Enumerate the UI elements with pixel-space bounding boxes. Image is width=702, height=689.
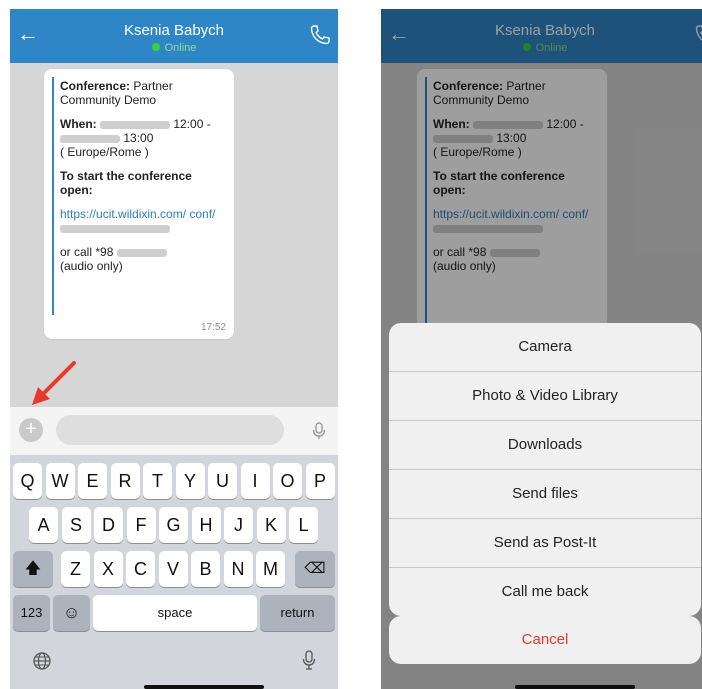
key-p[interactable]: P — [305, 463, 335, 499]
emoji-key-icon[interactable]: ☺ — [53, 595, 90, 631]
contact-name: Ksenia Babych — [123, 22, 225, 39]
right-phone-screen: ← Ksenia Babych Online Conference: Partn… — [381, 9, 702, 689]
when-label: When: — [60, 117, 97, 131]
keyboard-row-4: 123 ☺ space return — [10, 595, 338, 631]
key-f[interactable]: F — [126, 507, 156, 543]
key-o[interactable]: O — [273, 463, 302, 499]
key-q[interactable]: Q — [13, 463, 42, 499]
space-key[interactable]: space — [93, 595, 257, 631]
home-indicator — [144, 685, 264, 689]
time-start: 12:00 - — [173, 117, 211, 131]
key-d[interactable]: D — [94, 507, 123, 543]
message-timestamp: 17:52 — [200, 322, 226, 333]
key-y[interactable]: Y — [175, 463, 205, 499]
phone-call-icon[interactable] — [308, 23, 332, 47]
annotation-arrow-icon — [32, 361, 76, 405]
option-call-me-back[interactable]: Call me back — [389, 568, 701, 616]
key-g[interactable]: G — [159, 507, 188, 543]
key-r[interactable]: R — [110, 463, 140, 499]
microphone-icon[interactable] — [312, 422, 326, 440]
redacted-date — [60, 134, 120, 143]
option-send-files[interactable]: Send files — [389, 470, 701, 519]
left-phone-screen: ← Ksenia Babych Online Conference: Partn… — [10, 9, 338, 689]
option-send-as-post-it[interactable]: Send as Post-It — [389, 519, 701, 568]
keyboard-row-2: A S D F G H J K L — [10, 507, 338, 543]
option-photo-video-library[interactable]: Photo & Video Library — [389, 372, 701, 421]
key-s[interactable]: S — [61, 507, 91, 543]
cancel-button[interactable]: Cancel — [389, 616, 701, 664]
attachment-action-sheet: Camera Photo & Video Library Downloads S… — [389, 323, 701, 616]
key-h[interactable]: H — [191, 507, 221, 543]
key-l[interactable]: L — [289, 507, 318, 543]
message-bubble[interactable]: Conference: Partner Community Demo When:… — [44, 69, 234, 339]
key-k[interactable]: K — [256, 507, 286, 543]
key-x[interactable]: X — [93, 551, 123, 587]
return-key[interactable]: return — [260, 595, 335, 631]
option-camera[interactable]: Camera — [389, 323, 701, 372]
shift-key-icon[interactable]: 🡅 — [13, 551, 53, 587]
key-w[interactable]: W — [45, 463, 75, 499]
key-v[interactable]: V — [158, 551, 188, 587]
status-text: Online — [164, 42, 197, 54]
backspace-key-icon[interactable]: ⌫ — [295, 551, 335, 587]
time-end: 13:00 — [123, 131, 154, 145]
message-accent-bar — [52, 77, 54, 315]
message-input-bar: + — [10, 407, 338, 455]
redacted-link — [60, 224, 170, 233]
conference-link[interactable]: https://ucit.wildixin.com/ conf/ — [60, 207, 215, 221]
key-u[interactable]: U — [208, 463, 237, 499]
key-j[interactable]: J — [224, 507, 253, 543]
dictation-microphone-icon[interactable] — [302, 650, 316, 670]
call-note: (audio only) — [60, 259, 123, 273]
key-i[interactable]: I — [240, 463, 270, 499]
timezone: ( Europe/Rome ) — [60, 145, 149, 159]
key-z[interactable]: Z — [61, 551, 90, 587]
numbers-key[interactable]: 123 — [13, 595, 50, 631]
start-heading: To start the conference open: — [60, 169, 192, 197]
home-indicator — [515, 685, 635, 689]
contact-status: Online — [10, 42, 338, 54]
chat-header: ← Ksenia Babych Online — [10, 9, 338, 63]
keyboard-row-3: 🡅 Z X C V B N M ⌫ — [10, 551, 338, 587]
key-e[interactable]: E — [78, 463, 107, 499]
keyboard-row-1: Q W E R T Y U I O P — [10, 463, 338, 499]
key-m[interactable]: M — [256, 551, 285, 587]
option-downloads[interactable]: Downloads — [389, 421, 701, 470]
key-n[interactable]: N — [223, 551, 253, 587]
redacted-date — [100, 120, 170, 129]
call-prefix: or call *98 — [60, 245, 114, 259]
key-a[interactable]: A — [29, 507, 58, 543]
attach-plus-button[interactable]: + — [19, 418, 43, 442]
redacted-number — [116, 248, 167, 257]
keyboard: Q W E R T Y U I O P A S D F G H J K L 🡅 … — [10, 455, 338, 689]
key-t[interactable]: T — [143, 463, 172, 499]
conference-label: Conference: — [60, 79, 131, 93]
online-dot-icon — [151, 43, 160, 52]
message-input[interactable] — [56, 415, 284, 445]
key-c[interactable]: C — [126, 551, 155, 587]
globe-icon[interactable] — [32, 651, 52, 671]
message-text: Conference: Partner Community Demo When:… — [60, 79, 226, 283]
key-b[interactable]: B — [191, 551, 220, 587]
